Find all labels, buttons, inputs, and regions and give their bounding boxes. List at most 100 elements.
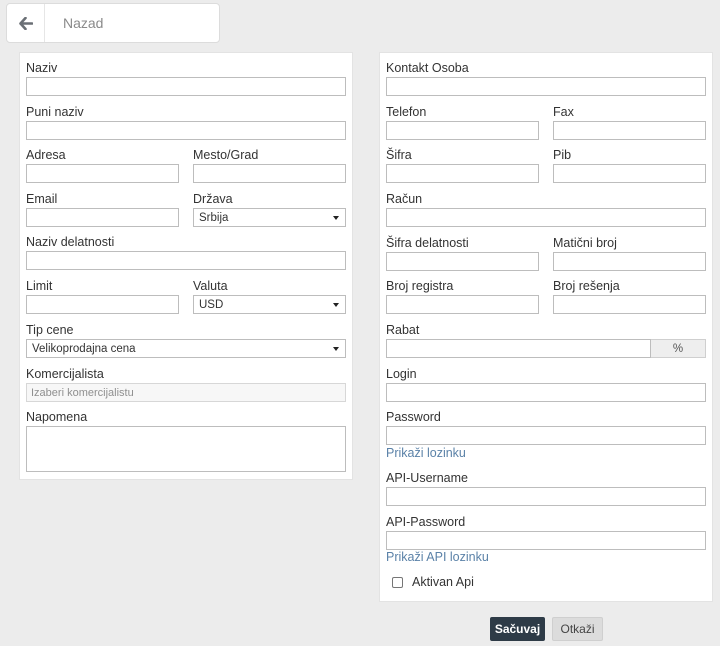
telefon-field: Telefon: [386, 105, 539, 140]
naziv-input[interactable]: [26, 77, 346, 96]
maticni-broj-field: Matični broj: [553, 236, 706, 271]
limit-label: Limit: [26, 279, 53, 293]
napomena-textarea[interactable]: [26, 426, 346, 472]
tip-cene-label: Tip cene: [26, 323, 74, 337]
sifra-input[interactable]: [386, 164, 539, 183]
sifra-delatnosti-field: Šifra delatnosti: [386, 236, 539, 271]
login-field: Login: [386, 367, 706, 402]
racun-input[interactable]: [386, 208, 706, 227]
mesto-field: Mesto/Grad: [193, 148, 346, 183]
mesto-label: Mesto/Grad: [193, 148, 259, 162]
back-bar: Nazad: [6, 3, 220, 43]
drzava-select[interactable]: Srbija: [193, 208, 346, 227]
rabat-field: Rabat %: [386, 323, 706, 358]
rabat-input-group: %: [386, 339, 706, 358]
rabat-input[interactable]: [386, 339, 651, 358]
show-password-link[interactable]: Prikaži lozinku: [386, 446, 466, 460]
left-form-panel: Naziv Puni naziv Adresa Mesto/Grad Email…: [19, 52, 353, 480]
adresa-input[interactable]: [26, 164, 179, 183]
valuta-field: Valuta USD: [193, 279, 346, 314]
valuta-selected: USD: [199, 298, 224, 311]
aktivan-api-checkbox-row[interactable]: Aktivan Api: [392, 575, 474, 589]
show-api-password-link[interactable]: Prikaži API lozinku: [386, 550, 489, 564]
drzava-field: Država Srbija: [193, 192, 346, 227]
rabat-label: Rabat: [386, 323, 420, 337]
back-label[interactable]: Nazad: [63, 15, 103, 31]
pib-field: Pib: [553, 148, 706, 183]
puni-naziv-field: Puni naziv: [26, 105, 346, 140]
password-label: Password: [386, 410, 441, 424]
naziv-delatnosti-label: Naziv delatnosti: [26, 235, 115, 249]
limit-field: Limit: [26, 279, 179, 314]
api-username-label: API-Username: [386, 471, 468, 485]
naziv-delatnosti-field: Naziv delatnosti: [26, 235, 346, 270]
arrow-left-icon: [18, 16, 33, 30]
komercijalista-input[interactable]: [26, 383, 346, 402]
back-button[interactable]: [7, 4, 45, 42]
sifra-label: Šifra: [386, 148, 412, 162]
broj-registra-field: Broj registra: [386, 279, 539, 314]
puni-naziv-input[interactable]: [26, 121, 346, 140]
aktivan-api-label: Aktivan Api: [412, 575, 474, 589]
password-field: Password: [386, 410, 706, 445]
naziv-label: Naziv: [26, 61, 58, 75]
mesto-input[interactable]: [193, 164, 346, 183]
broj-resenja-input[interactable]: [553, 295, 706, 314]
percent-addon: %: [651, 339, 706, 358]
puni-naziv-label: Puni naziv: [26, 105, 84, 119]
limit-input[interactable]: [26, 295, 179, 314]
maticni-broj-input[interactable]: [553, 252, 706, 271]
password-input[interactable]: [386, 426, 706, 445]
sifra-delatnosti-input[interactable]: [386, 252, 539, 271]
fax-label: Fax: [553, 105, 574, 119]
tip-cene-field: Tip cene Velikoprodajna cena: [26, 323, 346, 358]
email-field: Email: [26, 192, 179, 227]
right-form-panel: Kontakt Osoba Telefon Fax Šifra Pib Raču…: [379, 52, 713, 602]
sifra-field: Šifra: [386, 148, 539, 183]
valuta-label: Valuta: [193, 279, 228, 293]
fax-input[interactable]: [553, 121, 706, 140]
caret-down-icon: [333, 215, 339, 220]
fax-field: Fax: [553, 105, 706, 140]
caret-down-icon: [333, 346, 339, 351]
napomena-field: Napomena: [26, 410, 346, 472]
napomena-label: Napomena: [26, 410, 88, 424]
naziv-field: Naziv: [26, 61, 346, 96]
login-input[interactable]: [386, 383, 706, 402]
cancel-button[interactable]: Otkaži: [552, 617, 603, 641]
adresa-label: Adresa: [26, 148, 66, 162]
kontakt-field: Kontakt Osoba: [386, 61, 706, 96]
aktivan-api-checkbox[interactable]: [392, 576, 403, 588]
broj-resenja-field: Broj rešenja: [553, 279, 706, 314]
telefon-input[interactable]: [386, 121, 539, 140]
pib-label: Pib: [553, 148, 572, 162]
api-password-input[interactable]: [386, 531, 706, 550]
racun-label: Račun: [386, 192, 423, 206]
api-password-label: API-Password: [386, 515, 466, 529]
telefon-label: Telefon: [386, 105, 427, 119]
pib-input[interactable]: [553, 164, 706, 183]
email-input[interactable]: [26, 208, 179, 227]
email-label: Email: [26, 192, 58, 206]
api-password-field: API-Password: [386, 515, 706, 550]
api-username-field: API-Username: [386, 471, 706, 506]
broj-registra-input[interactable]: [386, 295, 539, 314]
komercijalista-field: Komercijalista: [26, 367, 346, 402]
naziv-delatnosti-input[interactable]: [26, 251, 346, 270]
kontakt-label: Kontakt Osoba: [386, 61, 469, 75]
caret-down-icon: [333, 302, 339, 307]
drzava-selected: Srbija: [199, 211, 229, 224]
drzava-label: Država: [193, 192, 233, 206]
sifra-delatnosti-label: Šifra delatnosti: [386, 236, 469, 250]
valuta-select[interactable]: USD: [193, 295, 346, 314]
broj-registra-label: Broj registra: [386, 279, 454, 293]
racun-field: Račun: [386, 192, 706, 227]
adresa-field: Adresa: [26, 148, 179, 183]
save-button[interactable]: Sačuvaj: [490, 617, 545, 641]
tip-cene-select[interactable]: Velikoprodajna cena: [26, 339, 346, 358]
maticni-broj-label: Matični broj: [553, 236, 617, 250]
api-username-input[interactable]: [386, 487, 706, 506]
kontakt-input[interactable]: [386, 77, 706, 96]
login-label: Login: [386, 367, 417, 381]
komercijalista-label: Komercijalista: [26, 367, 104, 381]
